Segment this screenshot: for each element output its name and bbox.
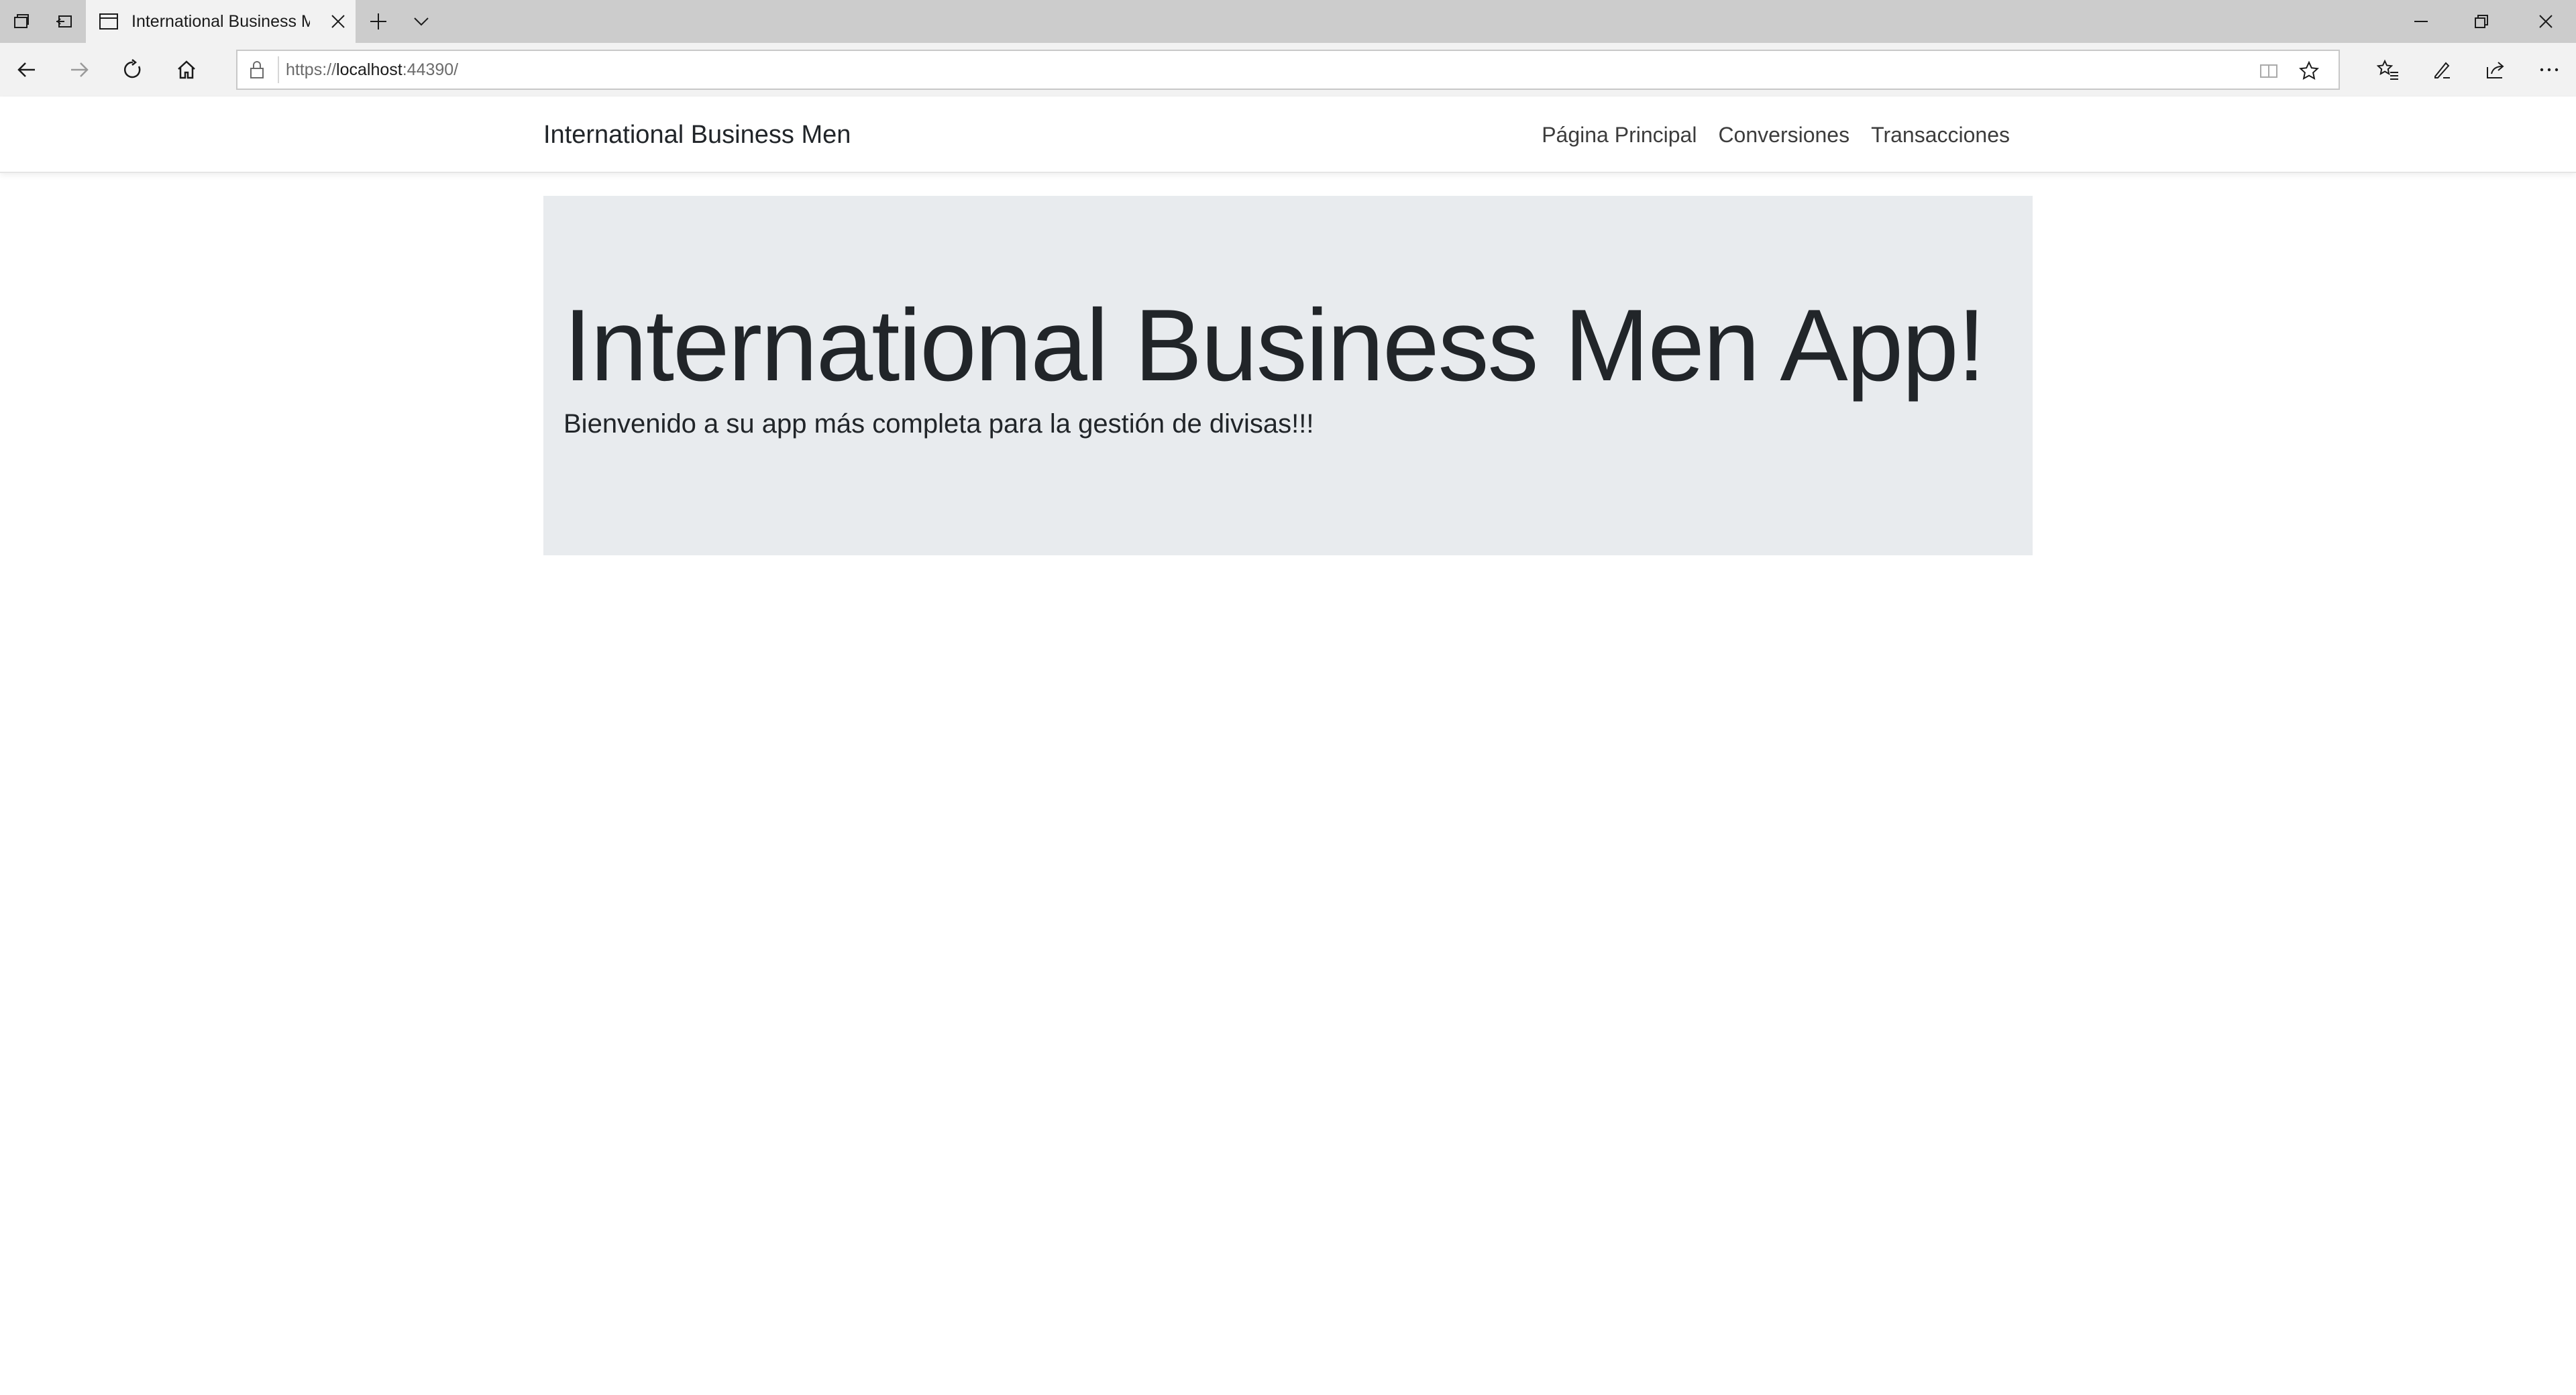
hero-jumbotron: International Business Men App! Bienveni…	[543, 196, 2033, 555]
lock-icon[interactable]	[248, 60, 266, 82]
favorites-hub-icon[interactable]	[2367, 48, 2410, 91]
nav-link-home[interactable]: Página Principal	[1531, 97, 1707, 173]
tab-manager-icon[interactable]	[0, 0, 43, 43]
refresh-icon[interactable]	[111, 48, 154, 91]
back-icon[interactable]	[5, 48, 48, 91]
site-navbar: International Business Men Página Princi…	[0, 97, 2576, 173]
url-text[interactable]: https://localhost:44390/	[286, 51, 458, 89]
url-divider	[278, 56, 279, 83]
more-options-icon[interactable]	[2528, 48, 2571, 91]
browser-titlebar: International Business Men	[0, 0, 2576, 43]
site-nav-links: Página Principal Conversiones Transaccio…	[1531, 97, 2021, 173]
favorite-star-icon[interactable]	[2294, 56, 2324, 86]
reading-view-icon[interactable]	[2254, 56, 2284, 86]
home-icon[interactable]	[165, 48, 208, 91]
close-window-icon[interactable]	[2516, 0, 2576, 43]
hero-title: International Business Men App!	[564, 288, 1986, 402]
browser-tab-active[interactable]: International Business Men	[86, 0, 356, 43]
browser-toolbar: https://localhost:44390/	[0, 43, 2576, 97]
set-tabs-aside-icon[interactable]	[43, 0, 86, 43]
tab-title: International Business Men	[131, 12, 310, 31]
minimize-icon[interactable]	[2391, 0, 2451, 43]
restore-icon[interactable]	[2451, 0, 2512, 43]
address-bar[interactable]: https://localhost:44390/	[236, 50, 2340, 90]
nav-link-transactions[interactable]: Transacciones	[1860, 97, 2021, 173]
page-favicon-icon	[98, 11, 119, 36]
share-icon[interactable]	[2474, 48, 2517, 91]
forward-icon[interactable]	[58, 48, 101, 91]
web-note-pen-icon[interactable]	[2420, 48, 2463, 91]
hero-subtitle: Bienvenido a su app más completa para la…	[564, 409, 1314, 439]
nav-link-conversions[interactable]: Conversiones	[1707, 97, 1860, 173]
tab-preview-chevron-icon[interactable]	[400, 0, 443, 43]
brand-link[interactable]: International Business Men	[543, 97, 851, 173]
new-tab-icon[interactable]	[357, 0, 400, 43]
close-tab-icon[interactable]	[321, 0, 356, 43]
